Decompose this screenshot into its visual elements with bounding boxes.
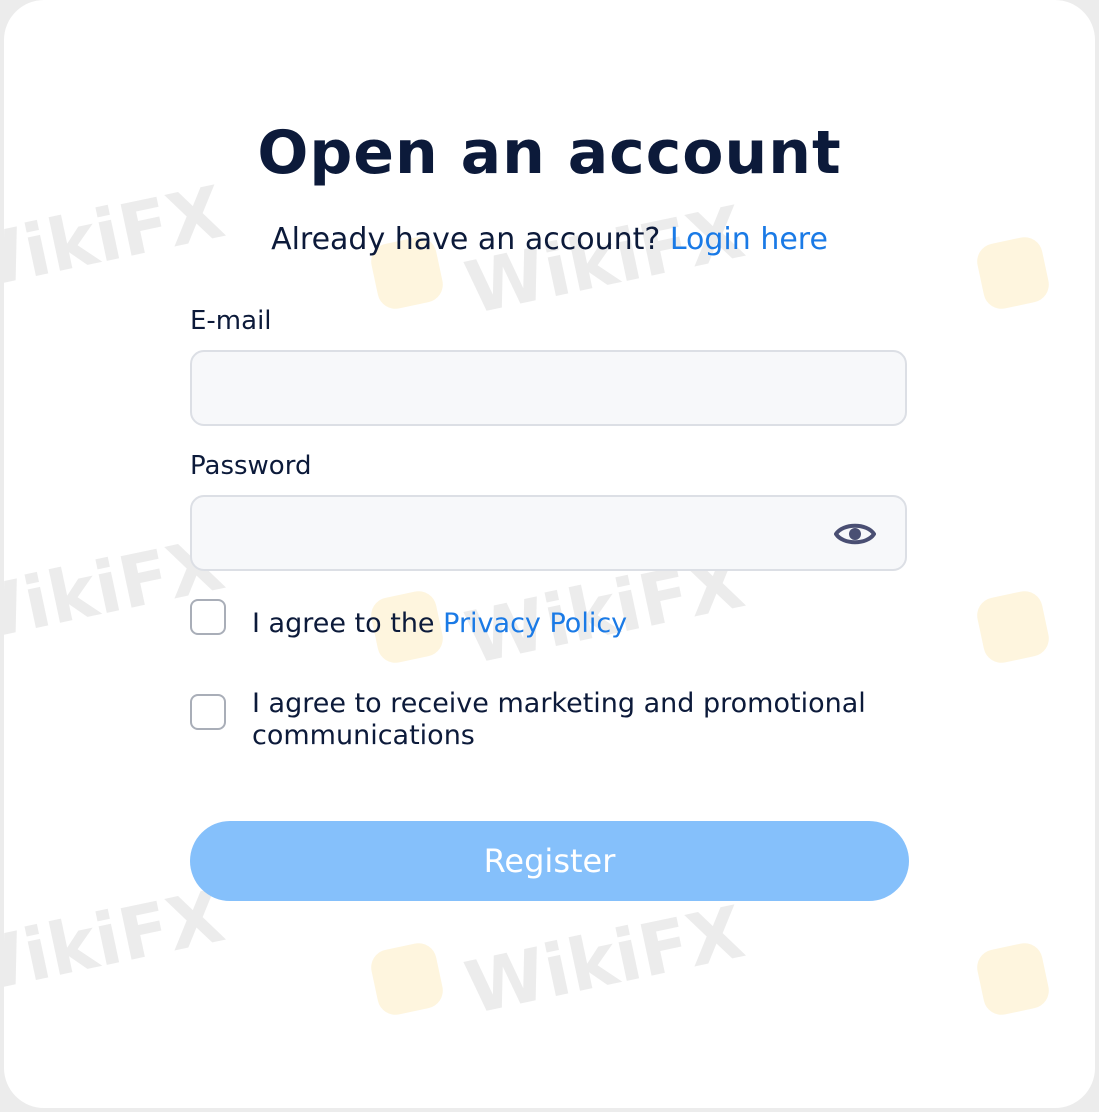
- watermark-text: WikiFX: [458, 189, 752, 331]
- password-input[interactable]: [190, 495, 907, 571]
- marketing-consent-label: I agree to receive marketing and promoti…: [252, 688, 866, 751]
- eye-icon[interactable]: [834, 517, 876, 551]
- register-card: WikiFX WikiFX WikiFX WikiFX WikiFX WikiF…: [4, 0, 1095, 1108]
- watermark-text: WikiFX: [4, 873, 232, 1015]
- email-label: E-mail: [190, 306, 272, 336]
- privacy-policy-link[interactable]: Privacy Policy: [443, 608, 627, 639]
- login-prompt: Already have an account? Login here: [4, 222, 1095, 257]
- watermark-logo-icon: [367, 939, 447, 1019]
- email-input[interactable]: [190, 350, 907, 426]
- privacy-policy-label: I agree to the Privacy Policy: [252, 608, 627, 640]
- login-prompt-text: Already have an account?: [271, 222, 661, 257]
- page-title: Open an account: [257, 118, 842, 188]
- watermark-text: WikiFX: [458, 889, 752, 1031]
- register-button[interactable]: Register: [190, 821, 909, 901]
- watermark-logo-icon: [973, 587, 1053, 667]
- marketing-consent-checkbox[interactable]: [190, 694, 226, 730]
- password-label: Password: [190, 451, 312, 481]
- login-link[interactable]: Login here: [670, 222, 828, 257]
- watermark-logo-icon: [973, 939, 1053, 1019]
- privacy-policy-checkbox[interactable]: [190, 599, 226, 635]
- privacy-policy-prefix: I agree to the: [252, 608, 435, 639]
